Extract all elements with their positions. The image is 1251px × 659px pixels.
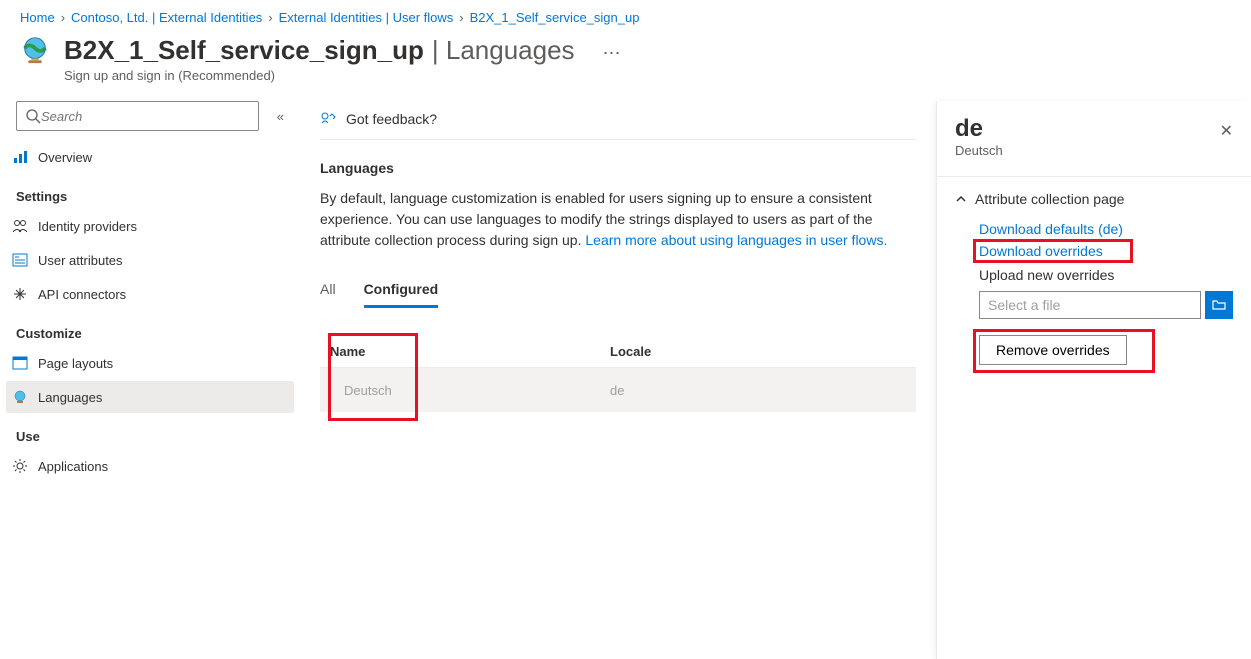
- remove-overrides-button[interactable]: Remove overrides: [979, 335, 1127, 365]
- sidebar-item-label: Page layouts: [38, 356, 113, 371]
- feedback-button[interactable]: Got feedback?: [320, 101, 916, 140]
- cell-name: Deutsch: [344, 383, 392, 398]
- breadcrumb-sep: ›: [459, 10, 463, 25]
- tab-all[interactable]: All: [320, 275, 336, 308]
- page-title-section: | Languages: [432, 35, 575, 66]
- sidebar: « Overview Settings Identity providers U…: [0, 101, 300, 659]
- breadcrumb-current[interactable]: B2X_1_Self_service_sign_up: [470, 10, 640, 25]
- page-header: B2X_1_Self_service_sign_up | Languages ⋯…: [0, 31, 1251, 101]
- upload-label: Upload new overrides: [979, 267, 1233, 283]
- folder-icon: [1211, 297, 1227, 313]
- gear-icon: [12, 458, 28, 474]
- download-overrides-link[interactable]: Download overrides: [979, 243, 1103, 259]
- sidebar-item-identity-providers[interactable]: Identity providers: [6, 210, 294, 242]
- connectors-icon: [12, 286, 28, 302]
- sidebar-item-api-connectors[interactable]: API connectors: [6, 278, 294, 310]
- sidebar-item-user-attributes[interactable]: User attributes: [6, 244, 294, 276]
- sidebar-item-label: Applications: [38, 459, 108, 474]
- feedback-label: Got feedback?: [346, 111, 437, 127]
- learn-more-link[interactable]: Learn more about using languages in user…: [585, 232, 887, 248]
- breadcrumb-tenant[interactable]: Contoso, Ltd. | External Identities: [71, 10, 262, 25]
- download-defaults-link[interactable]: Download defaults (de): [979, 221, 1233, 237]
- breadcrumb: Home › Contoso, Ltd. | External Identiti…: [0, 0, 1251, 31]
- tab-configured[interactable]: Configured: [364, 275, 439, 308]
- sidebar-item-label: Overview: [38, 150, 92, 165]
- panel-section-label: Attribute collection page: [975, 191, 1124, 207]
- sidebar-item-page-layouts[interactable]: Page layouts: [6, 347, 294, 379]
- sidebar-item-label: API connectors: [38, 287, 126, 302]
- search-input[interactable]: [16, 101, 259, 131]
- form-icon: [12, 252, 28, 268]
- breadcrumb-sep: ›: [268, 10, 272, 25]
- breadcrumb-home[interactable]: Home: [20, 10, 55, 25]
- languages-table: Name Locale Deutsch de: [320, 336, 916, 412]
- users-icon: [12, 218, 28, 234]
- sidebar-group-use: Use: [16, 429, 284, 444]
- feedback-icon: [320, 111, 336, 127]
- sidebar-item-overview[interactable]: Overview: [6, 141, 294, 173]
- breadcrumb-userflows[interactable]: External Identities | User flows: [279, 10, 454, 25]
- chevron-up-icon: [955, 193, 967, 205]
- table-row[interactable]: Deutsch de: [320, 368, 916, 412]
- sidebar-item-applications[interactable]: Applications: [6, 450, 294, 482]
- cell-locale: de: [610, 383, 624, 398]
- main-content: Got feedback? Languages By default, lang…: [300, 101, 936, 659]
- section-title: Languages: [320, 160, 916, 176]
- globe-small-icon: [12, 389, 28, 405]
- browse-file-button[interactable]: [1205, 291, 1233, 319]
- panel-title: de: [955, 115, 1003, 143]
- th-name[interactable]: Name: [330, 344, 610, 359]
- collapse-sidebar-icon[interactable]: «: [277, 109, 284, 124]
- page-title: B2X_1_Self_service_sign_up: [64, 35, 424, 66]
- sidebar-group-settings: Settings: [16, 189, 284, 204]
- panel-subtitle: Deutsch: [955, 143, 1003, 158]
- sidebar-item-label: Languages: [38, 390, 102, 405]
- th-locale[interactable]: Locale: [610, 344, 651, 359]
- detail-panel: de Deutsch ✕ Attribute collection page D…: [936, 101, 1251, 659]
- sidebar-item-languages[interactable]: Languages: [6, 381, 294, 413]
- chart-icon: [12, 149, 28, 165]
- layout-icon: [12, 355, 28, 371]
- sidebar-item-label: Identity providers: [38, 219, 137, 234]
- sidebar-group-customize: Customize: [16, 326, 284, 341]
- breadcrumb-sep: ›: [61, 10, 65, 25]
- panel-section-toggle[interactable]: Attribute collection page: [955, 191, 1233, 207]
- search-icon: [25, 108, 41, 124]
- sidebar-item-label: User attributes: [38, 253, 123, 268]
- more-menu-icon[interactable]: ⋯: [603, 43, 623, 64]
- search-field[interactable]: [41, 109, 250, 124]
- close-icon[interactable]: ✕: [1220, 121, 1233, 141]
- page-subtitle: Sign up and sign in (Recommended): [64, 68, 623, 83]
- tabs: All Configured: [320, 275, 916, 308]
- globe-icon: [20, 35, 50, 65]
- section-description: By default, language customization is en…: [320, 188, 900, 251]
- file-select-input[interactable]: Select a file: [979, 291, 1201, 319]
